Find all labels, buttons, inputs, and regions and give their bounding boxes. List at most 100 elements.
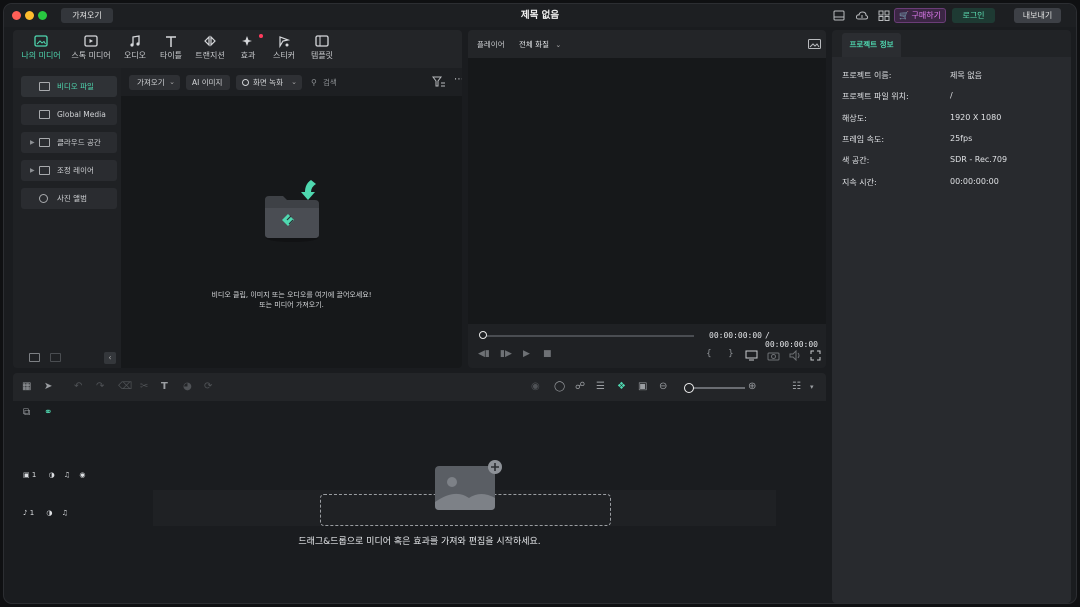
sidebar-item-label: 조정 레이어 — [57, 166, 94, 175]
display-monitor-icon[interactable] — [745, 350, 758, 361]
import-dropdown-label: 가져오기 — [137, 78, 165, 87]
sidebar-item-adjustment-layer[interactable]: ▶ 조정 레이어 — [21, 160, 117, 181]
player-panel: 플레이어 전체 화질 ⌄ 00:00:00:00 / 00:00:00:00 ◀… — [468, 30, 826, 368]
voiceover-list-icon[interactable]: ☰ — [596, 381, 605, 393]
ai-image-button[interactable]: AI 이미지 — [186, 75, 230, 90]
tab-effects[interactable]: 효과 — [233, 34, 263, 66]
expand-triangle-icon[interactable]: ▶ — [30, 160, 35, 181]
sidebar-item-photo-album[interactable]: 사진 앨범 — [21, 188, 117, 209]
tab-transitions[interactable]: 트랜지션 — [193, 34, 227, 66]
login-button[interactable]: 로그인 — [952, 8, 995, 23]
tab-templates[interactable]: 템플릿 — [307, 34, 337, 66]
speaker-icon[interactable]: ♫ — [62, 509, 68, 517]
tab-my-media[interactable]: 나의 미디어 — [18, 34, 64, 66]
filter-icon[interactable] — [432, 76, 446, 88]
sidebar-item-cloud[interactable]: ▶ 클라우드 공간 — [21, 132, 117, 153]
tab-stock-media[interactable]: 스톡 미디어 — [68, 34, 114, 66]
frame-rate-label: 프레임 속도: — [842, 135, 885, 144]
sidebar-item-label: Global Media — [57, 110, 106, 119]
import-dropdown[interactable]: 가져오기 ⌄ — [129, 75, 180, 90]
undo-icon[interactable]: ↶ — [74, 381, 82, 393]
layout-grid-icon[interactable]: ▦ — [22, 381, 31, 393]
zoom-out-icon[interactable]: ⊖ — [659, 381, 667, 393]
chevron-down-icon: ⌄ — [169, 78, 175, 86]
empty-hint-line1: 비디오 클립, 이미지 또는 오디오를 여기에 끌어오세요! — [211, 291, 372, 299]
transition-icon — [204, 35, 216, 47]
microphone-icon[interactable]: ☍ — [575, 381, 585, 393]
split-scissors-icon[interactable]: ✂ — [140, 381, 148, 393]
grid-apps-icon[interactable] — [877, 9, 891, 22]
duration-label: 지속 시간: — [842, 178, 877, 187]
previous-frame-icon[interactable]: ◀▮ — [478, 349, 490, 359]
timeline-toolbar: ▦ ➤ ↶ ↷ ⌫ ✂ T ◕ ⟳ ◉ ◯ ☍ ☰ ❖ ▣ ⊖ ⊕ ☷ ▾ — [13, 373, 826, 401]
add-track-icon[interactable]: ⧉ — [23, 407, 30, 419]
mark-out-icon[interactable]: } — [728, 349, 734, 359]
tab-titles[interactable]: 타이틀 — [155, 34, 187, 66]
shield-marker-icon[interactable]: ◯ — [554, 381, 565, 393]
new-folder-icon[interactable] — [29, 353, 40, 362]
search-input[interactable]: ⚲ 검색 — [309, 75, 409, 90]
track-layout-icon[interactable]: ☷ — [792, 381, 801, 393]
snapshot-image-icon[interactable] — [808, 39, 821, 49]
lock-icon[interactable]: ◑ — [46, 509, 52, 517]
project-location-value: / — [950, 91, 953, 100]
volume-icon[interactable] — [789, 350, 802, 361]
tab-stickers[interactable]: 스티커 — [269, 34, 299, 66]
fullscreen-icon[interactable] — [810, 350, 821, 361]
chevron-down-icon[interactable]: ▾ — [810, 381, 814, 393]
media-drop-area[interactable]: 비디오 클립, 이미지 또는 오디오를 여기에 끌어오세요! 또는 미디어 가져… — [121, 96, 462, 368]
tab-project-info[interactable]: 프로젝트 정보 — [842, 33, 901, 57]
add-media-placeholder-icon — [435, 460, 502, 510]
sidebar-item-video-files[interactable]: 비디오 파일 — [21, 76, 117, 97]
folder-icon — [39, 166, 50, 175]
reverse-icon[interactable]: ⟳ — [204, 381, 212, 393]
stop-icon[interactable]: ■ — [543, 349, 552, 359]
eye-icon[interactable]: ◉ — [79, 471, 85, 479]
redo-icon[interactable]: ↷ — [96, 381, 104, 393]
color-space-value: SDR - Rec.709 — [950, 155, 1008, 164]
play-icon[interactable]: ▶ — [523, 349, 530, 359]
snap-magnet-icon[interactable]: ❖ — [617, 381, 626, 393]
layout-icon[interactable] — [832, 9, 846, 22]
tab-audio[interactable]: 오디오 — [119, 34, 151, 66]
playback-scrubber[interactable] — [480, 335, 694, 337]
player-header: 플레이어 전체 화질 ⌄ — [468, 30, 826, 58]
folder-move-icon[interactable] — [50, 353, 61, 362]
auto-ripple-icon[interactable]: ◉ — [531, 381, 540, 393]
text-tool-icon[interactable]: T — [161, 381, 168, 393]
folder-icon — [39, 138, 50, 147]
speed-icon[interactable]: ◕ — [183, 381, 192, 393]
zoom-slider[interactable] — [685, 387, 745, 389]
expand-triangle-icon[interactable]: ▶ — [30, 132, 35, 153]
ai-caption-icon[interactable]: ▣ — [638, 381, 647, 393]
buy-button[interactable]: 🛒 구매하기 — [894, 8, 946, 23]
audio-track-icon: ♪ — [23, 509, 28, 517]
zoom-in-icon[interactable]: ⊕ — [748, 381, 756, 393]
lock-icon[interactable]: ◑ — [49, 471, 55, 479]
link-icon[interactable]: ⚭ — [44, 407, 52, 419]
playhead-knob[interactable] — [479, 331, 487, 339]
select-arrow-icon[interactable]: ➤ — [44, 381, 52, 393]
screen-record-dropdown[interactable]: 화면 녹화 ⌄ — [236, 75, 302, 90]
quality-dropdown[interactable]: 전체 화질 ⌄ — [519, 39, 561, 50]
duration-value: 00:00:00:00 — [950, 177, 999, 186]
record-dot-icon — [242, 79, 249, 86]
my-media-icon — [34, 35, 48, 47]
delete-icon[interactable]: ⌫ — [118, 381, 132, 393]
sidebar-item-global-media[interactable]: Global Media — [21, 104, 117, 125]
zoom-slider-knob[interactable] — [684, 383, 694, 393]
preview-screen — [468, 58, 826, 324]
collapse-sidebar-button[interactable]: ‹ — [104, 352, 116, 364]
screen-record-label: 화면 녹화 — [253, 78, 283, 87]
speaker-icon[interactable]: ♫ — [64, 471, 70, 479]
camera-snapshot-icon[interactable] — [767, 350, 780, 361]
audio-track-header: ♪ 1 ◑ ♫ — [23, 509, 68, 517]
more-options-icon[interactable]: ⋯ — [454, 74, 462, 85]
app-window: 가져오기 제목 없음 🛒 구매하기 로그인 내보내기 나의 미디어 스톡 미디어… — [3, 3, 1077, 604]
project-info-panel: 프로젝트 정보 프로젝트 이름: 제목 없음 프로젝트 파일 위치: / 해상도… — [832, 30, 1071, 603]
cloud-upload-icon[interactable] — [855, 9, 869, 22]
photos-flower-icon — [39, 194, 48, 203]
next-frame-icon[interactable]: ▮▶ — [500, 349, 512, 359]
mark-in-icon[interactable]: { — [706, 349, 712, 359]
export-button[interactable]: 내보내기 — [1014, 8, 1061, 23]
